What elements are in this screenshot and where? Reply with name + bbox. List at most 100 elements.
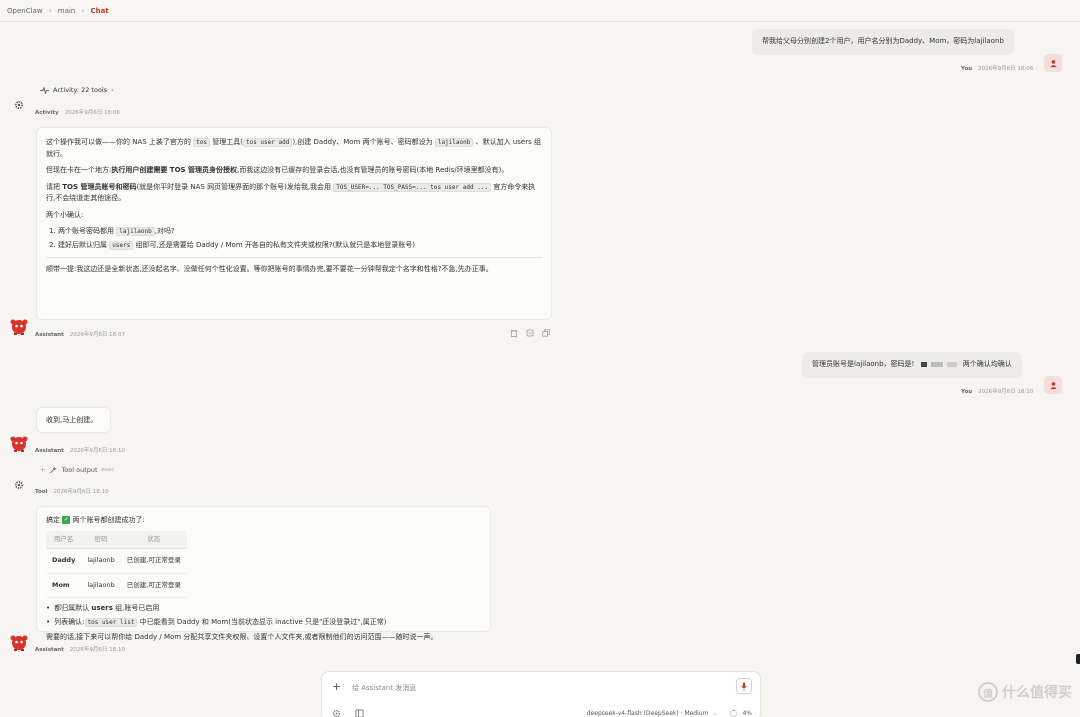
inline-code: lajilaonb bbox=[434, 138, 474, 147]
composer-toolbar: deepseek-v4-flash (DeepSeek) · Medium ⌄ … bbox=[332, 707, 752, 717]
sender-name: Assistant bbox=[35, 448, 64, 454]
table-cell: lajilaonb bbox=[81, 573, 121, 598]
table-cell: lajilaonb bbox=[81, 548, 121, 574]
assistant-message: 这个操作我可以做——你的 NAS 上装了官方的 tos 管理工具(tos use… bbox=[36, 127, 552, 320]
breadcrumb-app[interactable]: OpenClaw bbox=[7, 7, 43, 15]
user-message-text: 帮我给父母分别创建2个用户，用户名分别为Daddy、Mom，密码为lajilao… bbox=[762, 37, 1004, 45]
inline-code: tos user list bbox=[84, 618, 138, 627]
activity-toggle[interactable]: Activity: 22 tools › bbox=[40, 86, 114, 94]
mic-button[interactable] bbox=[736, 678, 752, 694]
message-paragraph: 请把 TOS 管理员账号和密码(就是你平时登录 NAS 网页管理界面的那个账号)… bbox=[46, 182, 542, 205]
confirm-list: 两个账号密码都用 lajilaonb,对吗? 建好后默认归属 users 组即可… bbox=[46, 226, 542, 251]
inline-code: lajilaonb bbox=[116, 227, 155, 236]
table-header: 密码 bbox=[81, 530, 121, 549]
model-label: deepseek-v4-flash (DeepSeek) · Medium bbox=[586, 709, 709, 717]
trash-icon[interactable] bbox=[510, 329, 518, 337]
settings-icon[interactable] bbox=[332, 709, 341, 717]
user-avatar bbox=[1044, 376, 1062, 394]
assistant-message: 收到,马上创建。 bbox=[36, 407, 111, 433]
text: 中已能看到 Daddy 和 Mom(当前状态显示 inactive 只是"还没登… bbox=[139, 618, 387, 626]
chevron-right-icon: › bbox=[111, 86, 114, 94]
user-message-text: 两个确认均确认 bbox=[962, 360, 1012, 368]
table-header: 用户名 bbox=[46, 530, 82, 549]
list-item: 建好后默认归属 users 组即可,还是需要给 Daddy / Mom 开各自的… bbox=[58, 240, 542, 252]
message-meta: Tool 2026年9月6日 18:10 bbox=[35, 487, 109, 495]
message-meta: Activity 2026年9月6日 18:06 bbox=[35, 108, 120, 116]
list-item: 都归属默认 users 组,账号已启用 bbox=[46, 602, 481, 614]
table-header-row: 用户名 密码 状态 bbox=[46, 530, 187, 549]
user-avatar bbox=[1044, 54, 1062, 72]
message-paragraph: 两个小确认: bbox=[46, 210, 84, 219]
redacted-block bbox=[920, 361, 957, 367]
plus-icon[interactable]: + bbox=[332, 680, 341, 693]
gear-icon bbox=[14, 100, 24, 110]
message-paragraph: 这个操作我可以做——你的 NAS 上装了官方的 tos 管理工具(tos use… bbox=[46, 137, 542, 160]
result-list: 都归属默认 users 组,账号已启用 列表确认:tos user list 中… bbox=[46, 602, 481, 629]
timestamp: 2026年9月6日 18:10 bbox=[69, 448, 125, 454]
watermark-logo: 值 bbox=[978, 682, 998, 702]
chevron-right-icon: › bbox=[48, 6, 52, 15]
copy-icon[interactable] bbox=[542, 329, 550, 337]
watermark: 值 什么值得买 bbox=[978, 682, 1072, 702]
user-icon bbox=[1049, 381, 1057, 389]
message-paragraph: 但现在卡在一个地方:执行用户创建需要 TOS 管理员身份授权,而我这边没有已缓存… bbox=[46, 165, 542, 177]
activity-pulse-icon bbox=[40, 86, 49, 94]
timestamp: 2026年9月6日 18:10 bbox=[69, 647, 125, 653]
user-message: 管理员账号是lajilaonb，密码是! 两个确认均确认 bbox=[802, 352, 1022, 378]
copy-icon[interactable] bbox=[526, 329, 534, 337]
timestamp: 2026年9月6日 18:06 bbox=[64, 110, 120, 116]
list-item: 列表确认:tos user list 中已能看到 Daddy 和 Mom(当前状… bbox=[46, 616, 481, 629]
tool-sublabel: exec bbox=[101, 467, 115, 473]
table-cell: 已创建,可正常登录 bbox=[120, 548, 187, 574]
text: 但现在卡在一个地方: bbox=[46, 166, 112, 174]
text: 两个账号密码都用 bbox=[58, 227, 114, 235]
text: 组,账号已启用 bbox=[115, 604, 160, 612]
check-icon: ✓ bbox=[62, 516, 71, 524]
bot-avatar-icon bbox=[10, 635, 28, 651]
message-actions bbox=[510, 329, 550, 337]
sender-name: Assistant bbox=[35, 332, 64, 338]
text: 搞定 bbox=[46, 516, 60, 524]
breadcrumb-main[interactable]: main bbox=[58, 7, 76, 15]
users-table: 用户名 密码 状态 Daddy lajilaonb 已创建,可正常登录 Mom … bbox=[46, 530, 187, 599]
text: 这个操作我可以做——你的 NAS 上装了官方的 bbox=[46, 138, 191, 146]
user-message: 帮我给父母分别创建2个用户，用户名分别为Daddy、Mom，密码为lajilao… bbox=[752, 29, 1014, 55]
message-text: 收到,马上创建。 bbox=[46, 416, 98, 424]
list-item: 两个账号密码都用 lajilaonb,对吗? bbox=[58, 226, 542, 238]
chevron-down-icon: ⌄ bbox=[712, 709, 718, 717]
sender-name: Activity bbox=[35, 110, 59, 116]
sender-name: You bbox=[961, 389, 973, 395]
model-selector[interactable]: deepseek-v4-flash (DeepSeek) · Medium ⌄ … bbox=[587, 709, 752, 717]
chat-thread[interactable]: 帮我给父母分别创建2个用户，用户名分别为Daddy、Mom，密码为lajilao… bbox=[0, 22, 1080, 672]
message-closing: 需要的话,接下来可以帮你给 Daddy / Mom 分配共享文件夹权限、设置个人… bbox=[46, 633, 438, 641]
user-message-text: 管理员账号是lajilaonb，密码是! bbox=[812, 360, 915, 368]
message-input[interactable]: 给 Assistant 发消息 bbox=[352, 683, 416, 693]
bold-text: users bbox=[91, 604, 113, 612]
text: 组即可,还是需要给 Daddy / Mom 开各自的私有文件夹或权限?(默认就只… bbox=[135, 240, 416, 249]
bot-avatar-icon bbox=[10, 436, 28, 452]
plus-icon: + bbox=[40, 466, 46, 474]
activity-label: Activity: 22 tools bbox=[53, 86, 108, 94]
text: 建好后默认归属 bbox=[58, 240, 107, 249]
scroll-indicator[interactable] bbox=[1076, 654, 1080, 664]
table-row: Daddy lajilaonb 已创建,可正常登录 bbox=[46, 548, 187, 574]
breadcrumb: OpenClaw › main › Chat bbox=[0, 0, 1080, 22]
text: (就是你平时登录 NAS 网页管理界面的那个账号)发给我,我会用 bbox=[136, 182, 332, 191]
inline-code: users bbox=[109, 240, 134, 250]
table-row: Mom lajilaonb 已创建,可正常登录 bbox=[46, 573, 187, 598]
context-usage: 4% bbox=[742, 709, 752, 717]
tool-label: Tool output bbox=[61, 466, 98, 474]
inline-code: tos bbox=[193, 138, 210, 147]
inline-code: tos user add bbox=[242, 138, 293, 147]
message-meta: You 2026年9月6日 18:10 bbox=[961, 387, 1033, 395]
inline-code: TOS_USER=... TOS_PASS=... tos user add .… bbox=[333, 182, 492, 192]
text: 管理工具( bbox=[212, 138, 243, 146]
bold-text: 执行用户创建需要 TOS 管理员身份授权 bbox=[111, 166, 238, 174]
tool-output-toggle[interactable]: + Tool output exec bbox=[40, 466, 114, 474]
table-cell: Mom bbox=[46, 573, 82, 598]
text: 两个账号都创建成功了: bbox=[72, 516, 145, 524]
sidebar-icon[interactable] bbox=[355, 708, 364, 717]
message-lead: 搞定 ✓ 两个账号都创建成功了: bbox=[46, 515, 481, 527]
message-meta: Assistant 2026年9月6日 18:07 bbox=[35, 330, 125, 338]
bot-avatar-icon bbox=[10, 319, 28, 335]
